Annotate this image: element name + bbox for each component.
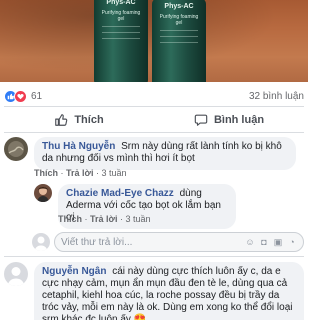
love-reaction-icon — [14, 89, 27, 103]
current-user-avatar — [32, 233, 50, 251]
comment-like-link[interactable]: Thích — [58, 214, 82, 224]
comment-meta: Thích · Trả lời · 3 tuần — [34, 168, 127, 178]
comment-icon — [194, 114, 208, 126]
divider — [4, 106, 304, 107]
bottle-subtitle: Purifying foaming gel — [159, 14, 199, 26]
comment: Nguyễn Ngân cái này dùng cực thích luôn … — [4, 262, 304, 320]
comment-bubble: Thu Hà Nguyễn Srm này dùng rất lành tính… — [34, 137, 296, 170]
bottle-label-line — [102, 32, 140, 33]
comment-button-label: Bình luận — [213, 114, 265, 126]
bottle-brand: Phys-AC — [106, 0, 136, 6]
reactions-count: 61 — [31, 90, 43, 102]
bottle-label-line — [102, 38, 140, 39]
comment-button[interactable]: Bình luận — [154, 109, 304, 131]
bottle-label-line — [160, 36, 198, 37]
bottle-brand: Phys-AC — [164, 3, 194, 10]
comment-like-link[interactable]: Thích — [34, 168, 58, 178]
reactions-summary[interactable]: 61 — [4, 89, 43, 103]
comment-author[interactable]: Chazie Mad-Eye Chazz — [66, 188, 174, 199]
comment-bubble: Nguyễn Ngân cái này dùng cực thích luôn … — [34, 262, 304, 320]
sticker-icon[interactable]: ◔ — [287, 237, 297, 247]
post-actions: Thích Bình luận — [4, 109, 304, 131]
reply-input-placeholder: Viết thư trả lời... — [61, 236, 133, 248]
bottle-subtitle: Purifying foaming gel — [101, 10, 141, 22]
emoji-icon[interactable]: ☺ — [245, 237, 255, 247]
comment-reply-link[interactable]: Trả lời — [66, 168, 93, 178]
comment-reply-link[interactable]: Trả lời — [90, 214, 117, 224]
divider — [4, 132, 304, 133]
reply-input[interactable]: Viết thư trả lời... ☺ ◘ ▣ ◔ — [54, 232, 304, 252]
comment-author[interactable]: Nguyễn Ngân — [42, 266, 106, 277]
avatar[interactable] — [34, 184, 52, 202]
product-bottle: Phys-AC Purifying foaming gel — [94, 0, 148, 82]
comments-count[interactable]: 32 bình luận — [249, 91, 304, 102]
like-button-label: Thích — [74, 114, 104, 126]
post-stats: 61 32 bình luận — [4, 88, 304, 104]
comment-meta: Thích · Trả lời · 3 tuần — [58, 214, 151, 224]
post-photo[interactable]: Phys-AC Purifying foaming gel Phys-AC Pu… — [0, 0, 308, 82]
comment-time: 3 tuần — [125, 214, 151, 224]
comment-author[interactable]: Thu Hà Nguyễn — [42, 141, 115, 152]
comment: Thu Hà Nguyễn Srm này dùng rất lành tính… — [4, 137, 296, 170]
avatar[interactable] — [4, 262, 28, 286]
gif-icon[interactable]: ▣ — [273, 237, 283, 247]
bottle-label-line — [160, 30, 198, 31]
reply-input-row: Viết thư trả lời... ☺ ◘ ▣ ◔ — [32, 232, 304, 252]
like-button[interactable]: Thích — [4, 109, 154, 131]
input-icons: ☺ ◘ ▣ ◔ — [245, 237, 297, 247]
camera-icon[interactable]: ◘ — [259, 237, 269, 247]
bottle-label-line — [102, 26, 140, 27]
bottle-label-line — [160, 42, 198, 43]
comment-time: 3 tuần — [101, 168, 127, 178]
avatar[interactable] — [4, 137, 28, 161]
thumbs-up-icon — [55, 114, 68, 126]
divider — [4, 256, 304, 257]
product-bottle: Phys-AC Purifying foaming gel — [152, 0, 206, 82]
